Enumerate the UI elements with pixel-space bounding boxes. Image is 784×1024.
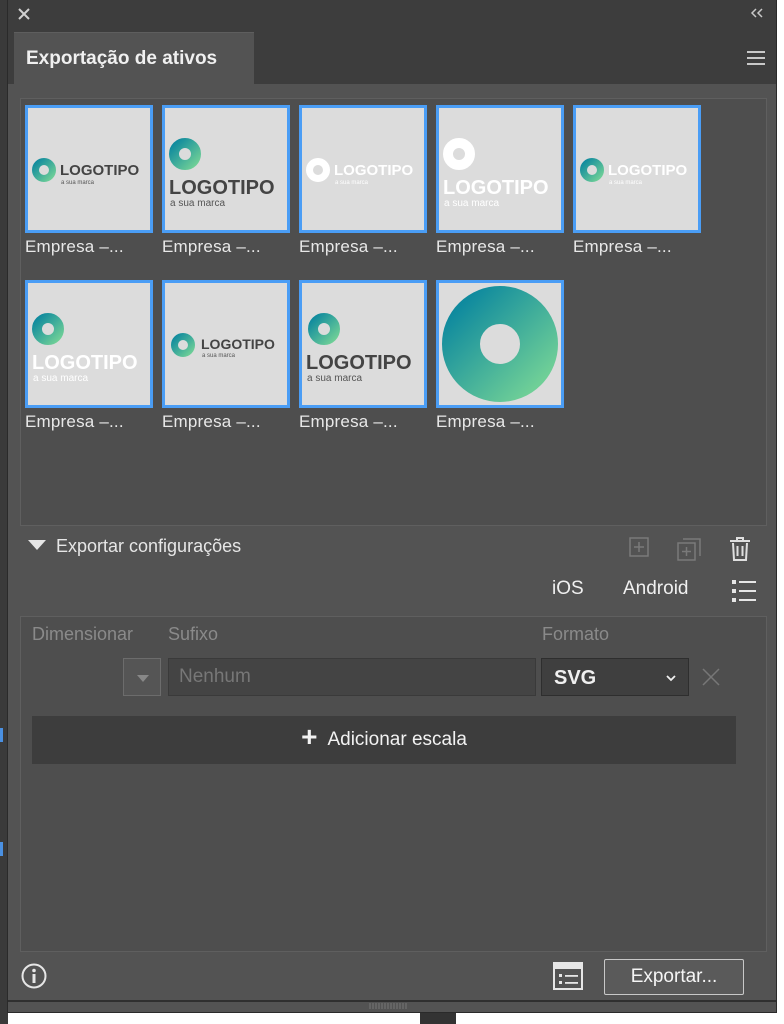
asset-thumbnail[interactable]: LOGOTIPO a sua marca xyxy=(573,105,701,233)
svg-text:LOGOTIPO: LOGOTIPO xyxy=(306,352,412,374)
ios-preset-button[interactable]: iOS xyxy=(552,578,584,600)
tab-asset-export[interactable]: Exportação de ativos xyxy=(14,32,254,84)
svg-text:LOGOTIPO: LOGOTIPO xyxy=(60,162,140,179)
guide-marker xyxy=(0,842,3,856)
asset-tile[interactable]: LOGOTIPO a sua marca Empresa –... xyxy=(162,105,290,257)
asset-thumbnail[interactable]: LOGOTIPO a sua marca xyxy=(162,105,290,233)
asset-thumbnail[interactable]: LOGOTIPO a sua marca xyxy=(25,105,153,233)
asset-label: Empresa –... xyxy=(436,237,535,256)
asset-label: Empresa –... xyxy=(25,412,124,431)
svg-text:a sua marca: a sua marca xyxy=(61,180,95,186)
add-multiple-assets-icon[interactable] xyxy=(676,536,704,562)
advanced-settings-list-icon[interactable] xyxy=(730,578,758,604)
background-edge xyxy=(420,1010,456,1024)
background-strip xyxy=(0,0,8,1024)
add-scale-button[interactable]: + Adicionar escala xyxy=(32,716,736,764)
svg-text:LOGOTIPO: LOGOTIPO xyxy=(443,177,549,199)
disclosure-triangle-icon xyxy=(28,540,46,551)
format-value: SVG xyxy=(554,667,597,689)
asset-tile[interactable]: LOGOTIPO a sua marca Empresa –... xyxy=(299,105,427,257)
info-icon[interactable] xyxy=(20,962,48,990)
trash-icon[interactable] xyxy=(728,536,752,562)
asset-export-panel: Exportação de ativos Exportar configuraç… xyxy=(8,0,776,1012)
plus-icon: + xyxy=(301,721,318,752)
svg-text:a sua marca: a sua marca xyxy=(33,373,88,384)
asset-label: Empresa –... xyxy=(299,237,398,256)
asset-label: Empresa –... xyxy=(573,237,672,256)
asset-label: Empresa –... xyxy=(162,412,261,431)
tab-row: Exportação de ativos xyxy=(8,28,776,84)
asset-tile[interactable]: LOGOTIPO a sua marca Empresa –... xyxy=(436,105,564,257)
export-button[interactable]: Exportar... xyxy=(604,959,744,995)
asset-tile[interactable]: LOGOTIPO a sua marca Empresa –... xyxy=(299,280,427,432)
asset-tile[interactable]: LOGOTIPO a sua marca Empresa –... xyxy=(573,105,701,257)
add-scale-label: Adicionar escala xyxy=(327,729,467,751)
asset-label: Empresa –... xyxy=(162,237,261,256)
section-label: Exportar configurações xyxy=(56,536,242,556)
column-header-dimension: Dimensionar xyxy=(32,624,134,644)
resize-grip-icon[interactable] xyxy=(368,1002,408,1010)
svg-text:a sua marca: a sua marca xyxy=(335,180,369,186)
svg-text:LOGOTIPO: LOGOTIPO xyxy=(608,162,688,179)
asset-thumbnail[interactable]: LOGOTIPO a sua marca xyxy=(299,105,427,233)
suffix-input[interactable] xyxy=(168,658,536,696)
remove-scale-icon[interactable] xyxy=(700,666,722,688)
chevron-down-icon xyxy=(666,675,676,682)
column-header-format: Formato xyxy=(542,624,610,644)
collapse-panel-icon[interactable] xyxy=(748,5,766,21)
asset-tile[interactable]: Empresa –... xyxy=(436,280,564,432)
svg-text:LOGOTIPO: LOGOTIPO xyxy=(201,336,275,352)
android-preset-button[interactable]: Android xyxy=(623,578,689,600)
svg-text:LOGOTIPO: LOGOTIPO xyxy=(334,162,414,179)
asset-label: Empresa –... xyxy=(25,237,124,256)
svg-text:a sua marca: a sua marca xyxy=(170,198,225,209)
asset-thumbnail[interactable]: LOGOTIPO a sua marca xyxy=(436,105,564,233)
column-header-suffix: Sufixo xyxy=(168,624,219,644)
close-icon[interactable] xyxy=(16,6,32,22)
panel-titlebar xyxy=(8,0,776,28)
svg-text:a sua marca: a sua marca xyxy=(609,180,643,186)
asset-thumbnail[interactable]: LOGOTIPO a sua marca xyxy=(25,280,153,408)
asset-thumbnail[interactable] xyxy=(436,280,564,408)
format-select[interactable]: SVG xyxy=(541,658,689,696)
asset-thumbnail[interactable]: LOGOTIPO a sua marca xyxy=(299,280,427,408)
asset-label: Empresa –... xyxy=(299,412,398,431)
export-settings-icon[interactable] xyxy=(552,960,584,992)
asset-tile[interactable]: LOGOTIPO a sua marca Empresa –... xyxy=(25,105,153,257)
scale-dropdown[interactable] xyxy=(123,658,161,696)
guide-marker xyxy=(0,728,3,742)
asset-label: Empresa –... xyxy=(436,412,535,431)
add-asset-icon[interactable] xyxy=(628,536,650,558)
svg-text:a sua marca: a sua marca xyxy=(444,198,499,209)
asset-tile[interactable]: LOGOTIPO a sua marca Empresa –... xyxy=(162,280,290,432)
asset-tile[interactable]: LOGOTIPO a sua marca Empresa –... xyxy=(25,280,153,432)
svg-text:LOGOTIPO: LOGOTIPO xyxy=(32,352,138,374)
svg-text:LOGOTIPO: LOGOTIPO xyxy=(169,177,275,199)
panel-menu-icon[interactable] xyxy=(746,50,766,66)
asset-thumbnail[interactable]: LOGOTIPO a sua marca xyxy=(162,280,290,408)
dropdown-arrow-icon xyxy=(137,675,149,682)
export-settings-toggle[interactable]: Exportar configurações xyxy=(28,536,241,557)
svg-text:a sua marca: a sua marca xyxy=(307,373,362,384)
svg-text:a sua marca: a sua marca xyxy=(202,353,236,359)
